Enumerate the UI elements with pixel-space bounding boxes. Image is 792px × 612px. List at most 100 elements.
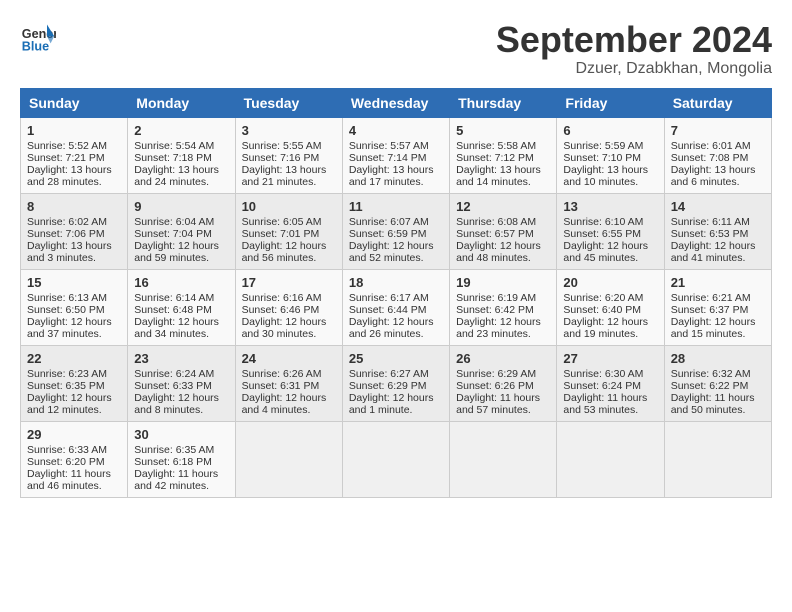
day-info-line: Sunrise: 6:05 AM xyxy=(242,216,336,228)
day-number: 29 xyxy=(27,427,121,442)
calendar-day-cell: 27Sunrise: 6:30 AMSunset: 6:24 PMDayligh… xyxy=(557,345,664,421)
calendar-day-cell: 7Sunrise: 6:01 AMSunset: 7:08 PMDaylight… xyxy=(664,117,771,193)
day-info-line: Daylight: 11 hours xyxy=(456,392,550,404)
day-info-line: Sunrise: 6:32 AM xyxy=(671,368,765,380)
day-number: 2 xyxy=(134,123,228,138)
day-info-line: Sunset: 6:22 PM xyxy=(671,380,765,392)
calendar-day-cell xyxy=(557,421,664,497)
day-info-line: Sunrise: 6:20 AM xyxy=(563,292,657,304)
day-info-line: and 4 minutes. xyxy=(242,404,336,416)
day-info-line: and 48 minutes. xyxy=(456,252,550,264)
day-info-line: Daylight: 12 hours xyxy=(242,240,336,252)
calendar-day-cell: 5Sunrise: 5:58 AMSunset: 7:12 PMDaylight… xyxy=(450,117,557,193)
day-info-line: Sunset: 7:01 PM xyxy=(242,228,336,240)
calendar-day-cell: 29Sunrise: 6:33 AMSunset: 6:20 PMDayligh… xyxy=(21,421,128,497)
day-number: 3 xyxy=(242,123,336,138)
day-info-line: Sunset: 7:16 PM xyxy=(242,152,336,164)
day-info-line: Sunset: 6:29 PM xyxy=(349,380,443,392)
day-info-line: Sunset: 6:48 PM xyxy=(134,304,228,316)
day-info-line: Daylight: 12 hours xyxy=(134,392,228,404)
day-info-line: Sunset: 6:33 PM xyxy=(134,380,228,392)
calendar-day-cell: 22Sunrise: 6:23 AMSunset: 6:35 PMDayligh… xyxy=(21,345,128,421)
day-info-line: Sunset: 6:31 PM xyxy=(242,380,336,392)
day-info-line: and 56 minutes. xyxy=(242,252,336,264)
day-info-line: Sunset: 7:08 PM xyxy=(671,152,765,164)
calendar-day-cell: 24Sunrise: 6:26 AMSunset: 6:31 PMDayligh… xyxy=(235,345,342,421)
day-info-line: and 14 minutes. xyxy=(456,176,550,188)
day-info-line: and 50 minutes. xyxy=(671,404,765,416)
day-number: 1 xyxy=(27,123,121,138)
day-info-line: and 59 minutes. xyxy=(134,252,228,264)
day-info-line: and 8 minutes. xyxy=(134,404,228,416)
day-info-line: Sunrise: 6:29 AM xyxy=(456,368,550,380)
calendar-day-cell: 20Sunrise: 6:20 AMSunset: 6:40 PMDayligh… xyxy=(557,269,664,345)
calendar-day-cell: 8Sunrise: 6:02 AMSunset: 7:06 PMDaylight… xyxy=(21,193,128,269)
day-info-line: Daylight: 12 hours xyxy=(563,240,657,252)
calendar-day-cell: 12Sunrise: 6:08 AMSunset: 6:57 PMDayligh… xyxy=(450,193,557,269)
day-number: 15 xyxy=(27,275,121,290)
weekday-cell: Wednesday xyxy=(342,88,449,117)
day-info-line: and 15 minutes. xyxy=(671,328,765,340)
day-info-line: Sunset: 6:35 PM xyxy=(27,380,121,392)
calendar-day-cell: 25Sunrise: 6:27 AMSunset: 6:29 PMDayligh… xyxy=(342,345,449,421)
calendar-day-cell: 15Sunrise: 6:13 AMSunset: 6:50 PMDayligh… xyxy=(21,269,128,345)
day-info-line: and 42 minutes. xyxy=(134,480,228,492)
day-info-line: Daylight: 13 hours xyxy=(563,164,657,176)
day-number: 6 xyxy=(563,123,657,138)
day-number: 23 xyxy=(134,351,228,366)
calendar-day-cell: 16Sunrise: 6:14 AMSunset: 6:48 PMDayligh… xyxy=(128,269,235,345)
day-info-line: Daylight: 12 hours xyxy=(671,316,765,328)
day-info-line: Sunrise: 6:10 AM xyxy=(563,216,657,228)
calendar-day-cell: 4Sunrise: 5:57 AMSunset: 7:14 PMDaylight… xyxy=(342,117,449,193)
day-info-line: Sunset: 6:40 PM xyxy=(563,304,657,316)
day-info-line: Sunset: 6:42 PM xyxy=(456,304,550,316)
day-info-line: Daylight: 12 hours xyxy=(349,240,443,252)
day-info-line: Daylight: 13 hours xyxy=(134,164,228,176)
day-info-line: Sunset: 6:53 PM xyxy=(671,228,765,240)
day-number: 7 xyxy=(671,123,765,138)
weekday-header-row: SundayMondayTuesdayWednesdayThursdayFrid… xyxy=(21,88,772,117)
calendar-day-cell: 14Sunrise: 6:11 AMSunset: 6:53 PMDayligh… xyxy=(664,193,771,269)
day-info-line: and 45 minutes. xyxy=(563,252,657,264)
day-info-line: Daylight: 11 hours xyxy=(134,468,228,480)
day-info-line: Sunset: 6:57 PM xyxy=(456,228,550,240)
day-number: 16 xyxy=(134,275,228,290)
day-number: 12 xyxy=(456,199,550,214)
day-info-line: Daylight: 12 hours xyxy=(242,392,336,404)
day-info-line: Sunset: 7:21 PM xyxy=(27,152,121,164)
header: General Blue September 2024 Dzuer, Dzabk… xyxy=(20,20,772,78)
calendar-week-row: 29Sunrise: 6:33 AMSunset: 6:20 PMDayligh… xyxy=(21,421,772,497)
day-info-line: Daylight: 11 hours xyxy=(671,392,765,404)
day-info-line: Daylight: 13 hours xyxy=(27,240,121,252)
day-info-line: Sunrise: 6:11 AM xyxy=(671,216,765,228)
day-info-line: Daylight: 11 hours xyxy=(27,468,121,480)
day-info-line: Sunrise: 6:04 AM xyxy=(134,216,228,228)
day-info-line: Sunrise: 6:02 AM xyxy=(27,216,121,228)
day-info-line: and 24 minutes. xyxy=(134,176,228,188)
weekday-cell: Friday xyxy=(557,88,664,117)
day-info-line: and 57 minutes. xyxy=(456,404,550,416)
day-info-line: Sunset: 6:18 PM xyxy=(134,456,228,468)
day-number: 25 xyxy=(349,351,443,366)
day-number: 27 xyxy=(563,351,657,366)
day-number: 11 xyxy=(349,199,443,214)
day-info-line: Daylight: 12 hours xyxy=(671,240,765,252)
day-info-line: Sunrise: 6:26 AM xyxy=(242,368,336,380)
day-number: 13 xyxy=(563,199,657,214)
day-info-line: Sunrise: 6:30 AM xyxy=(563,368,657,380)
day-info-line: Sunset: 6:46 PM xyxy=(242,304,336,316)
day-info-line: and 6 minutes. xyxy=(671,176,765,188)
day-info-line: and 3 minutes. xyxy=(27,252,121,264)
calendar-day-cell: 18Sunrise: 6:17 AMSunset: 6:44 PMDayligh… xyxy=(342,269,449,345)
day-info-line: Daylight: 13 hours xyxy=(242,164,336,176)
calendar-day-cell: 10Sunrise: 6:05 AMSunset: 7:01 PMDayligh… xyxy=(235,193,342,269)
day-info-line: Sunset: 6:20 PM xyxy=(27,456,121,468)
day-info-line: and 46 minutes. xyxy=(27,480,121,492)
calendar-week-row: 1Sunrise: 5:52 AMSunset: 7:21 PMDaylight… xyxy=(21,117,772,193)
day-info-line: Sunrise: 6:35 AM xyxy=(134,444,228,456)
weekday-cell: Sunday xyxy=(21,88,128,117)
day-info-line: Daylight: 12 hours xyxy=(349,316,443,328)
day-info-line: Sunset: 7:10 PM xyxy=(563,152,657,164)
svg-text:Blue: Blue xyxy=(22,40,49,54)
day-info-line: and 34 minutes. xyxy=(134,328,228,340)
